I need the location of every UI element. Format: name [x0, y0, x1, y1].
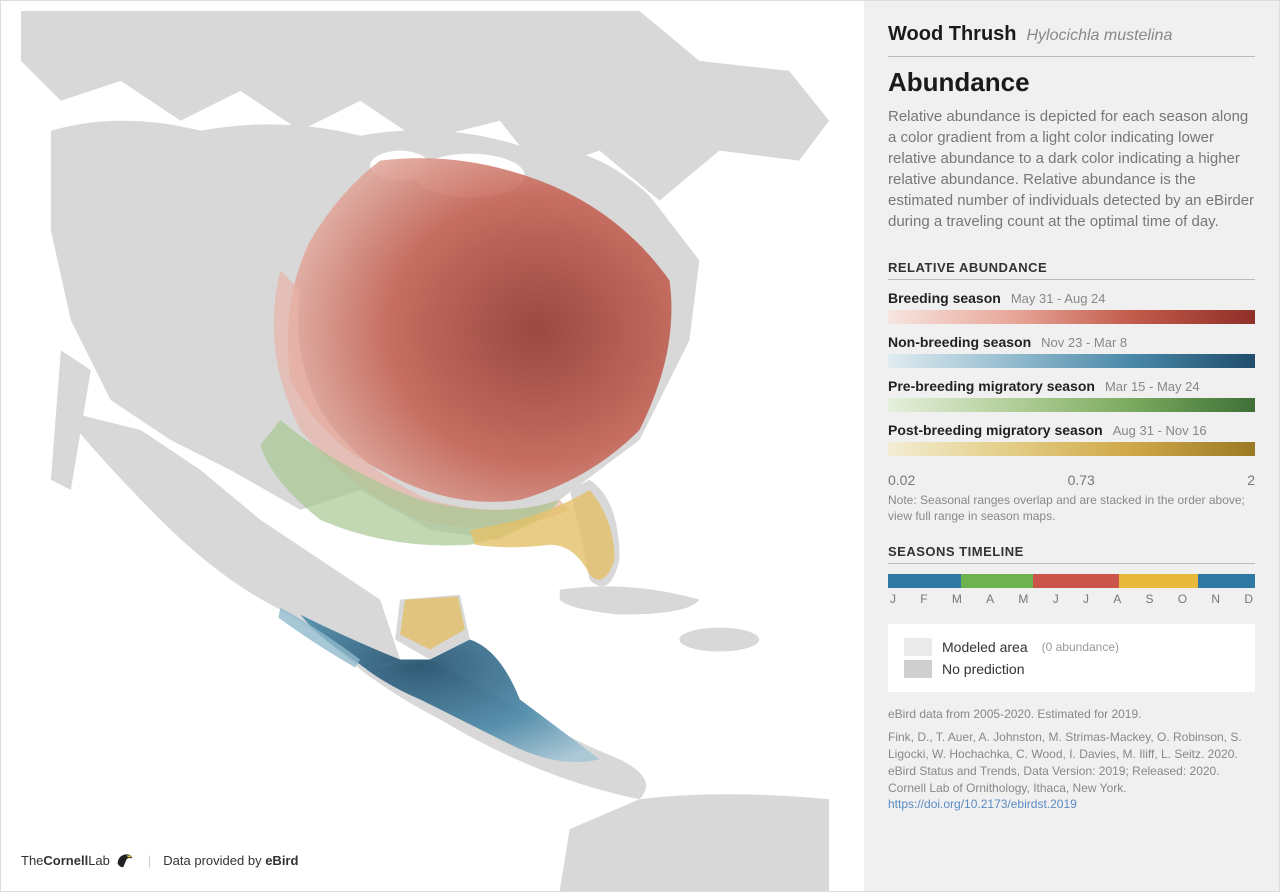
- month-label: J: [1083, 592, 1089, 606]
- seasons-timeline-bar: [888, 574, 1255, 588]
- description: Relative abundance is depicted for each …: [888, 106, 1255, 232]
- swatch-nopred: [904, 660, 932, 678]
- timeline-segment: [888, 574, 961, 588]
- season-row: Post-breeding migratory season Aug 31 - N…: [888, 422, 1255, 456]
- month-label: O: [1178, 592, 1187, 606]
- species-header: Wood Thrush Hylocichla mustelina: [888, 23, 1255, 46]
- legend-no-prediction: No prediction: [904, 660, 1239, 678]
- season-label: Pre-breeding migratory season: [888, 378, 1095, 394]
- side-panel: Wood Thrush Hylocichla mustelina Abundan…: [864, 1, 1279, 891]
- citation-data-range: eBird data from 2005-2020. Estimated for…: [888, 706, 1255, 723]
- abundance-scale: 0.02 0.73 2: [888, 472, 1255, 488]
- month-labels: JFMAMJJASOND: [888, 592, 1255, 606]
- season-dates: Nov 23 - Mar 8: [1041, 335, 1127, 350]
- map-panel: TheCornellLab | Data provided by eBird: [1, 1, 864, 891]
- relative-abundance-header: RELATIVE ABUNDANCE: [888, 260, 1255, 280]
- month-label: F: [920, 592, 927, 606]
- species-scientific-name: Hylocichla mustelina: [1027, 27, 1173, 45]
- citation: eBird data from 2005-2020. Estimated for…: [888, 706, 1255, 819]
- season-gradient: [888, 354, 1255, 368]
- season-row: Non-breeding season Nov 23 - Mar 8: [888, 334, 1255, 368]
- legend-modeled-area: Modeled area (0 abundance): [904, 638, 1239, 656]
- page-title: Abundance: [888, 67, 1255, 98]
- month-label: N: [1211, 592, 1220, 606]
- map-legend: Modeled area (0 abundance) No prediction: [888, 624, 1255, 692]
- season-dates: May 31 - Aug 24: [1011, 291, 1106, 306]
- month-label: J: [1053, 592, 1059, 606]
- timeline-segment: [1119, 574, 1198, 588]
- footer-brand: TheCornellLab | Data provided by eBird: [21, 849, 298, 871]
- citation-full: Fink, D., T. Auer, A. Johnston, M. Strim…: [888, 729, 1255, 813]
- season-label: Non-breeding season: [888, 334, 1031, 350]
- citation-doi-link[interactable]: https://doi.org/10.2173/ebirdst.2019: [888, 797, 1077, 811]
- season-label: Breeding season: [888, 290, 1001, 306]
- ebird-credit: Data provided by eBird: [163, 853, 298, 868]
- month-label: A: [1113, 592, 1121, 606]
- month-label: J: [890, 592, 896, 606]
- season-label: Post-breeding migratory season: [888, 422, 1103, 438]
- timeline-header: SEASONS TIMELINE: [888, 544, 1255, 564]
- scale-high: 2: [1247, 472, 1255, 488]
- scale-low: 0.02: [888, 472, 915, 488]
- timeline-segment: [1198, 574, 1255, 588]
- season-dates: Aug 31 - Nov 16: [1113, 423, 1207, 438]
- abundance-map: [1, 1, 864, 891]
- season-dates: Mar 15 - May 24: [1105, 379, 1200, 394]
- timeline-segment: [1033, 574, 1119, 588]
- swatch-modeled: [904, 638, 932, 656]
- season-gradient: [888, 398, 1255, 412]
- month-label: M: [952, 592, 962, 606]
- season-row: Breeding season May 31 - Aug 24: [888, 290, 1255, 324]
- timeline-segment: [961, 574, 1033, 588]
- abundance-note: Note: Seasonal ranges overlap and are st…: [888, 492, 1255, 524]
- month-label: D: [1244, 592, 1253, 606]
- scale-mid: 0.73: [1068, 472, 1095, 488]
- lab-bird-icon: [114, 849, 136, 871]
- species-common-name: Wood Thrush: [888, 23, 1017, 46]
- cornell-lab-logo: TheCornellLab: [21, 853, 110, 868]
- season-gradient: [888, 310, 1255, 324]
- month-label: M: [1018, 592, 1028, 606]
- season-row: Pre-breeding migratory season Mar 15 - Ma…: [888, 378, 1255, 412]
- month-label: A: [986, 592, 994, 606]
- season-gradient: [888, 442, 1255, 456]
- month-label: S: [1146, 592, 1154, 606]
